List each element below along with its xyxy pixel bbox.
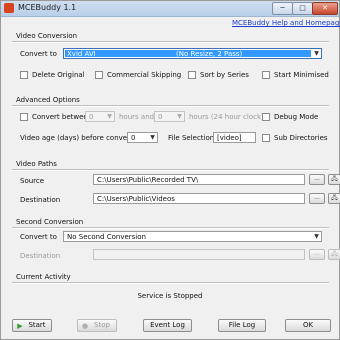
file-selection-value: [video] bbox=[217, 134, 242, 142]
debug-mode-checkbox[interactable] bbox=[262, 113, 270, 121]
section-current-activity: Current Activity bbox=[16, 273, 71, 281]
chevron-down-icon: ▼ bbox=[314, 233, 319, 240]
stop-icon: ● bbox=[81, 322, 89, 330]
divider bbox=[12, 227, 329, 229]
section-advanced-options: Advanced Options bbox=[16, 96, 80, 104]
convert-between-label: Convert between bbox=[32, 113, 93, 121]
debug-mode-label: Debug Mode bbox=[274, 113, 319, 121]
help-link[interactable]: MCEBuddy Help and Homepage bbox=[232, 19, 340, 27]
event-log-button[interactable]: Event Log bbox=[143, 319, 192, 332]
source-browse-button[interactable]: ... bbox=[309, 174, 325, 185]
chevron-down-icon: ▼ bbox=[107, 113, 112, 120]
convert-to-label: Convert to bbox=[20, 50, 57, 58]
hour-start-value: 0 bbox=[89, 113, 94, 121]
start-minimised-checkbox[interactable] bbox=[262, 71, 270, 79]
window-title: MCEBuddy 1.1 bbox=[18, 3, 77, 12]
divider bbox=[12, 105, 329, 107]
conversion-profile-select[interactable]: Xvid AVI (No Resize, 2 Pass) ▼ bbox=[63, 48, 322, 59]
destination-path-value: C:\Users\Public\Videos bbox=[97, 195, 175, 203]
profile-name: Xvid AVI bbox=[67, 50, 96, 58]
start-button[interactable]: ▶ Start bbox=[12, 319, 52, 332]
second-conversion-select[interactable]: No Second Conversion ▼ bbox=[63, 231, 322, 242]
file-selection-input[interactable]: [video] bbox=[213, 132, 256, 143]
commercial-skipping-label: Commercial Skipping bbox=[107, 71, 182, 79]
hour-end-select[interactable]: 0 ▼ bbox=[154, 111, 185, 122]
source-network-button[interactable]: 🖧 bbox=[328, 174, 340, 185]
sort-by-series-checkbox[interactable] bbox=[188, 71, 196, 79]
destination-network-button[interactable]: 🖧 bbox=[328, 193, 340, 204]
chevron-down-icon: ▼ bbox=[150, 134, 155, 141]
service-status: Service is Stopped bbox=[137, 292, 203, 300]
convert-between-checkbox[interactable] bbox=[20, 113, 28, 121]
network-drive-icon: 🖧 bbox=[331, 194, 338, 201]
video-age-label: Video age (days) before conversion bbox=[20, 134, 145, 142]
file-selection-label: File Selection bbox=[168, 134, 215, 142]
play-icon: ▶ bbox=[17, 322, 23, 330]
divider bbox=[12, 282, 329, 284]
delete-original-label: Delete Original bbox=[32, 71, 85, 79]
divider bbox=[12, 41, 329, 43]
maximize-button[interactable]: □ bbox=[292, 2, 313, 15]
second-conversion-value: No Second Conversion bbox=[67, 233, 146, 241]
section-video-conversion: Video Conversion bbox=[16, 32, 78, 40]
hour-end-value: 0 bbox=[158, 113, 163, 121]
chevron-down-icon: ▼ bbox=[177, 113, 182, 120]
app-icon bbox=[4, 3, 14, 13]
source-path-input[interactable]: C:\Users\Public\Recorded TV\ bbox=[93, 174, 305, 185]
source-label: Source bbox=[20, 177, 45, 185]
close-button[interactable]: ✕ bbox=[312, 2, 338, 15]
chevron-down-icon: ▼ bbox=[314, 50, 319, 57]
stop-button[interactable]: ● Stop bbox=[77, 319, 117, 332]
second-destination-label: Destination bbox=[20, 252, 61, 260]
destination-path-input[interactable]: C:\Users\Public\Videos bbox=[93, 193, 305, 204]
section-video-paths: Video Paths bbox=[16, 160, 57, 168]
hours-and-label: hours and bbox=[119, 113, 155, 121]
start-minimised-label: Start Minimised bbox=[274, 71, 329, 79]
source-path-value: C:\Users\Public\Recorded TV\ bbox=[97, 176, 199, 184]
sub-directories-checkbox[interactable] bbox=[262, 134, 270, 142]
destination-label: Destination bbox=[20, 196, 61, 204]
sort-by-series-label: Sort by Series bbox=[200, 71, 249, 79]
destination-browse-button[interactable]: ... bbox=[309, 193, 325, 204]
hour-start-select[interactable]: 0 ▼ bbox=[85, 111, 115, 122]
divider bbox=[12, 169, 329, 171]
section-second-conversion: Second Conversion bbox=[16, 218, 84, 226]
sub-directories-label: Sub Directories bbox=[274, 134, 328, 142]
video-age-select[interactable]: 0 ▼ bbox=[127, 132, 158, 143]
network-drive-icon: 🖧 bbox=[331, 175, 338, 182]
profile-detail: (No Resize, 2 Pass) bbox=[176, 50, 243, 58]
ok-button[interactable]: OK bbox=[285, 319, 331, 332]
delete-original-checkbox[interactable] bbox=[20, 71, 28, 79]
second-network-button[interactable]: 🖧 bbox=[328, 249, 340, 260]
second-browse-button[interactable]: ... bbox=[309, 249, 325, 260]
second-convert-to-label: Convert to bbox=[20, 233, 57, 241]
file-log-button[interactable]: File Log bbox=[218, 319, 266, 332]
second-destination-input[interactable] bbox=[93, 249, 305, 260]
minimize-button[interactable]: ─ bbox=[272, 2, 293, 15]
title-bar[interactable]: MCEBuddy 1.1 ─ □ ✕ bbox=[1, 1, 339, 17]
video-age-value: 0 bbox=[131, 134, 136, 142]
commercial-skipping-checkbox[interactable] bbox=[95, 71, 103, 79]
network-drive-icon: 🖧 bbox=[331, 250, 338, 257]
main-window: MCEBuddy 1.1 ─ □ ✕ MCEBuddy Help and Hom… bbox=[0, 0, 340, 340]
hours-24-label: hours (24 hour clock) bbox=[189, 113, 264, 121]
